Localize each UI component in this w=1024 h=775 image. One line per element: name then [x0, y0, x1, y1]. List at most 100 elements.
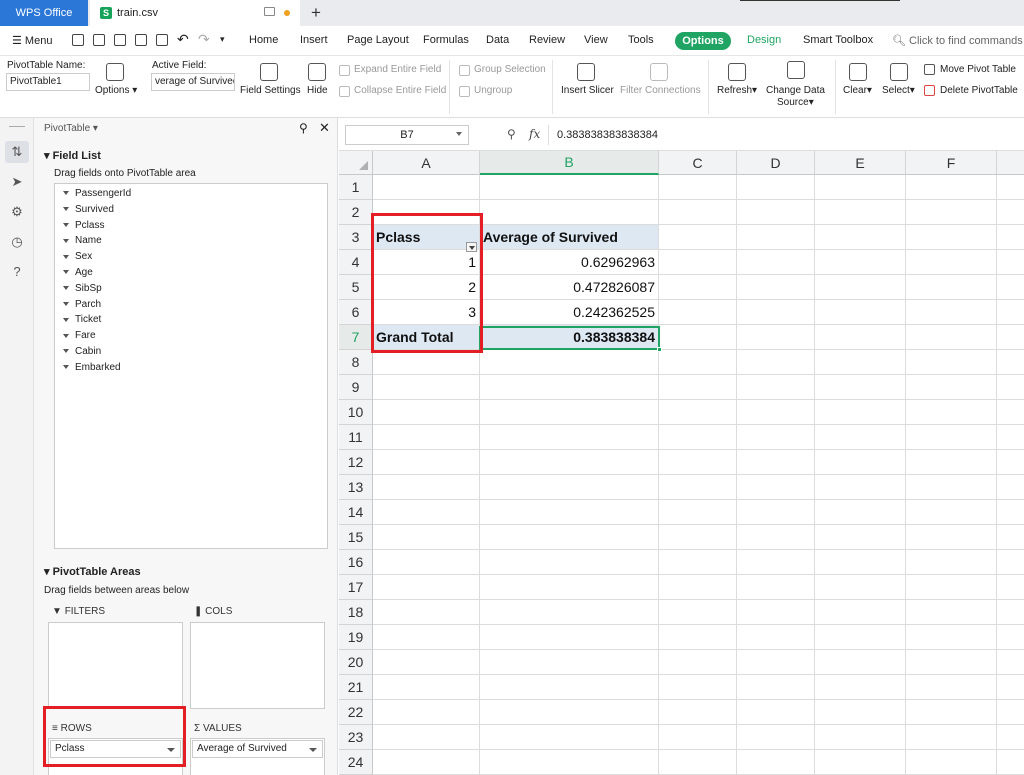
cell[interactable]	[373, 200, 480, 225]
row-header[interactable]: 23	[339, 725, 373, 750]
help-icon[interactable]: ?	[10, 265, 24, 279]
cell[interactable]	[737, 625, 815, 650]
menu-home[interactable]: Home	[249, 34, 278, 46]
menu-data[interactable]: Data	[486, 34, 509, 46]
cell[interactable]	[737, 600, 815, 625]
cell[interactable]	[373, 500, 480, 525]
zoom-search-icon[interactable]: ⚲	[507, 127, 516, 141]
cell[interactable]	[659, 575, 737, 600]
active-field-input[interactable]: verage of Survived	[151, 73, 235, 91]
cell[interactable]	[997, 500, 1024, 525]
cell[interactable]	[737, 250, 815, 275]
cell[interactable]	[659, 650, 737, 675]
cell[interactable]	[815, 275, 906, 300]
cell[interactable]	[997, 350, 1024, 375]
row-header[interactable]: 8	[339, 350, 373, 375]
expand-entire-field-button[interactable]: Expand Entire Field	[354, 64, 441, 75]
cell[interactable]	[997, 450, 1024, 475]
grand-total-label[interactable]: Grand Total	[373, 325, 480, 350]
file-tab-train-csv[interactable]: S train.csv	[90, 0, 300, 26]
settings-sliders-icon[interactable]: ⚙	[10, 205, 24, 219]
clear-button[interactable]: Clear▾	[843, 85, 872, 96]
pivot-fields-icon[interactable]: ⇅	[10, 145, 24, 159]
cell[interactable]	[997, 400, 1024, 425]
cell[interactable]	[997, 550, 1024, 575]
field-item[interactable]: Survived	[63, 204, 114, 215]
cell[interactable]	[815, 750, 906, 775]
menu-tools[interactable]: Tools	[628, 34, 654, 46]
pivot-row-pclass[interactable]: 3	[373, 300, 480, 325]
cell[interactable]	[480, 525, 659, 550]
cell[interactable]	[480, 600, 659, 625]
cell[interactable]	[659, 300, 737, 325]
cell[interactable]	[659, 175, 737, 200]
cell[interactable]	[815, 325, 906, 350]
values-average-survived-field[interactable]: Average of Survived	[192, 740, 323, 758]
cell[interactable]	[480, 400, 659, 425]
cell[interactable]	[659, 375, 737, 400]
cell-name-box[interactable]: B7	[345, 125, 469, 145]
cell[interactable]	[659, 275, 737, 300]
ungroup-button[interactable]: Ungroup	[474, 85, 512, 96]
cell[interactable]	[997, 175, 1024, 200]
cell[interactable]	[480, 450, 659, 475]
cell[interactable]	[480, 475, 659, 500]
cell[interactable]	[659, 725, 737, 750]
cell[interactable]	[480, 350, 659, 375]
row-header[interactable]: 3	[339, 225, 373, 250]
cell[interactable]	[815, 350, 906, 375]
fill-handle[interactable]	[657, 347, 662, 352]
cell[interactable]	[906, 675, 997, 700]
field-item[interactable]: Sex	[63, 251, 92, 262]
cell[interactable]	[480, 725, 659, 750]
cell[interactable]	[997, 250, 1024, 275]
field-item[interactable]: Embarked	[63, 362, 121, 373]
redo-icon[interactable]: ↷	[198, 31, 210, 48]
cell[interactable]	[373, 475, 480, 500]
delete-pivot-table-icon[interactable]	[924, 85, 935, 96]
cell[interactable]	[373, 550, 480, 575]
cell[interactable]	[997, 325, 1024, 350]
cell[interactable]	[373, 700, 480, 725]
field-settings-icon[interactable]	[260, 63, 278, 81]
hide-icon[interactable]	[308, 63, 326, 81]
cell[interactable]	[997, 275, 1024, 300]
cell[interactable]	[906, 500, 997, 525]
cell[interactable]	[373, 525, 480, 550]
cell[interactable]	[737, 225, 815, 250]
cell[interactable]	[815, 175, 906, 200]
cell[interactable]	[659, 750, 737, 775]
pivot-options-icon[interactable]	[106, 63, 124, 81]
cell[interactable]	[659, 475, 737, 500]
cell[interactable]	[997, 700, 1024, 725]
pivot-header-pclass[interactable]: Pclass	[373, 225, 480, 250]
row-header[interactable]: 13	[339, 475, 373, 500]
cell[interactable]	[906, 200, 997, 225]
cell[interactable]	[737, 650, 815, 675]
cell[interactable]	[997, 575, 1024, 600]
cell[interactable]	[480, 175, 659, 200]
cell[interactable]	[737, 475, 815, 500]
cell[interactable]	[659, 250, 737, 275]
cols-area-box[interactable]	[190, 622, 325, 709]
cell[interactable]	[997, 675, 1024, 700]
print-preview-icon[interactable]	[156, 34, 168, 46]
row-header[interactable]: 9	[339, 375, 373, 400]
field-item[interactable]: Age	[63, 267, 93, 278]
menu-smart-toolbox[interactable]: Smart Toolbox	[803, 34, 873, 46]
cell[interactable]	[997, 300, 1024, 325]
cell[interactable]	[737, 375, 815, 400]
cell[interactable]	[659, 325, 737, 350]
menu-page-layout[interactable]: Page Layout	[347, 34, 409, 46]
cell[interactable]	[906, 175, 997, 200]
pivot-name-input[interactable]: PivotTable1	[6, 73, 90, 91]
cell[interactable]	[659, 400, 737, 425]
field-item[interactable]: Fare	[63, 330, 96, 341]
column-header[interactable]	[997, 151, 1024, 175]
cell[interactable]	[737, 725, 815, 750]
cell[interactable]	[659, 600, 737, 625]
select-all-corner[interactable]	[339, 151, 373, 175]
cell[interactable]	[480, 575, 659, 600]
cell[interactable]	[815, 250, 906, 275]
cell[interactable]	[659, 425, 737, 450]
